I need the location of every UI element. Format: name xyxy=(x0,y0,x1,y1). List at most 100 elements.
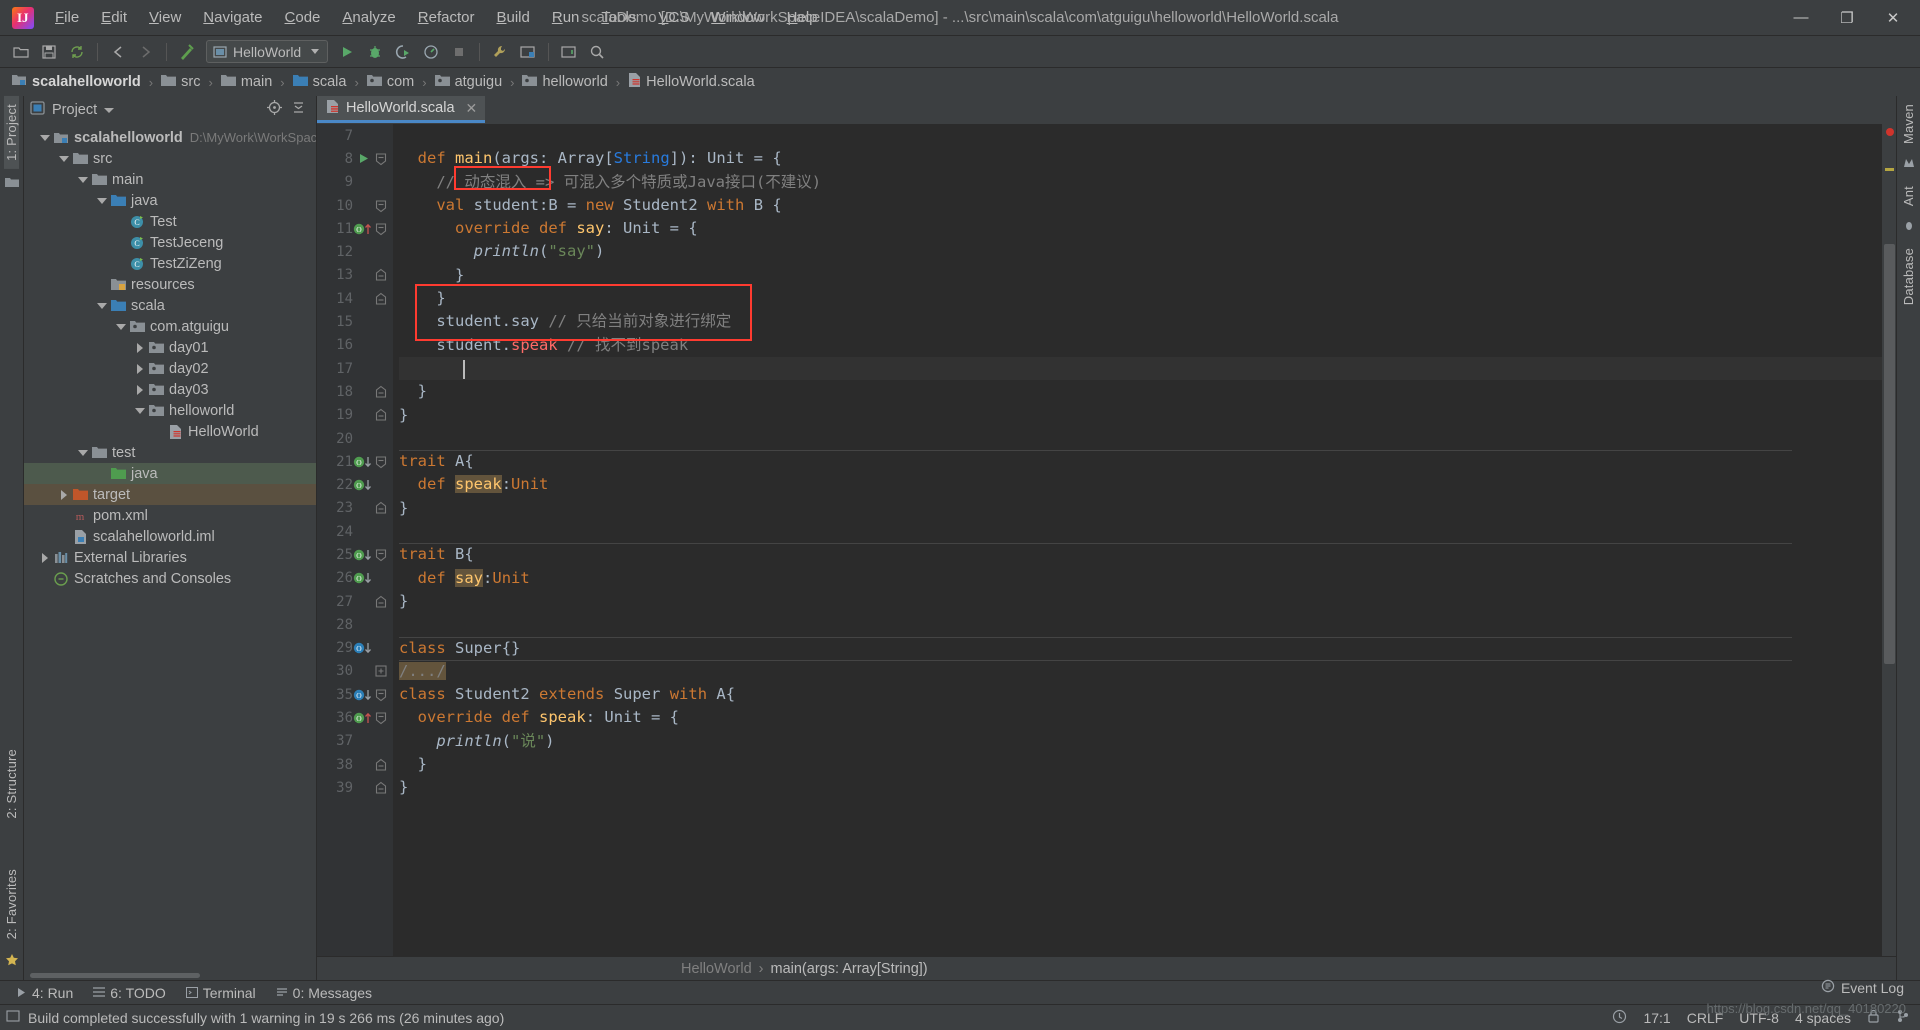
tree-item-external-libraries[interactable]: External Libraries xyxy=(24,547,316,568)
fold-toggle-icon[interactable] xyxy=(373,688,389,702)
gutter-line-8[interactable]: 8 xyxy=(317,147,393,170)
tree-item-day01[interactable]: day01 xyxy=(24,337,316,358)
back-arrow-icon[interactable] xyxy=(105,40,131,64)
toolwindow-button-terminal[interactable]: Terminal xyxy=(176,983,266,1003)
code-editor[interactable]: def main(args: Array[String]): Unit = { … xyxy=(393,124,1882,956)
project-structure-icon[interactable] xyxy=(515,40,541,64)
tree-item-test[interactable]: test xyxy=(24,442,316,463)
breadcrumb-class[interactable]: HelloWorld xyxy=(681,961,752,977)
code-line-14[interactable]: } xyxy=(399,287,1882,310)
gutter-line-7[interactable]: 7 xyxy=(317,124,393,147)
menu-item-run[interactable]: Run xyxy=(541,4,591,31)
favorites-star-icon[interactable] xyxy=(5,953,19,972)
build-hammer-icon[interactable] xyxy=(174,40,200,64)
gutter-line-24[interactable]: 24 xyxy=(317,520,393,543)
scroll-from-source-icon[interactable] xyxy=(267,100,282,120)
sidebar-item-project[interactable]: 1: Project xyxy=(4,96,19,169)
code-line-36[interactable]: override def speak: Unit = { xyxy=(399,706,1882,729)
menu-item-analyze[interactable]: Analyze xyxy=(331,4,406,31)
code-line-37[interactable]: println("说") xyxy=(399,730,1882,753)
gutter-marker-icon[interactable]: O xyxy=(353,548,373,562)
code-line-15[interactable]: student.say // 只给当前对象进行绑定 xyxy=(399,310,1882,333)
run-coverage-icon[interactable] xyxy=(390,40,416,64)
code-line-25[interactable]: trait B{ xyxy=(399,543,1882,566)
tree-twisty-icon[interactable] xyxy=(114,323,128,330)
debug-icon[interactable] xyxy=(362,40,388,64)
code-line-12[interactable]: println("say") xyxy=(399,240,1882,263)
gutter-marker-icon[interactable]: O xyxy=(353,571,373,585)
code-line-26[interactable]: def say:Unit xyxy=(399,567,1882,590)
sidebar-item-ant[interactable]: Ant xyxy=(1901,178,1916,214)
tree-item-scala[interactable]: scala xyxy=(24,295,316,316)
navbar-item-scala[interactable]: scala xyxy=(289,72,351,93)
file-encoding[interactable]: UTF-8 xyxy=(1739,1010,1779,1026)
line-separator[interactable]: CRLF xyxy=(1687,1010,1724,1026)
fold-toggle-icon[interactable] xyxy=(373,222,389,236)
tree-item-java[interactable]: java xyxy=(24,190,316,211)
gutter-line-23[interactable]: 23 xyxy=(317,497,393,520)
open-folder-icon[interactable] xyxy=(8,40,34,64)
editor-marker-bar[interactable] xyxy=(1882,124,1896,956)
code-line-18[interactable]: } xyxy=(399,380,1882,403)
code-line-35[interactable]: class Student2 extends Super with A{ xyxy=(399,683,1882,706)
close-button[interactable]: ✕ xyxy=(1870,2,1916,34)
code-line-24[interactable] xyxy=(399,520,1882,543)
caret-position[interactable]: 17:1 xyxy=(1643,1010,1670,1026)
gutter-marker-icon[interactable]: O xyxy=(353,478,373,492)
sidebar-item-structure[interactable]: 2: Structure xyxy=(4,741,19,827)
tree-item-helloworld[interactable]: helloworld xyxy=(24,400,316,421)
menu-item-help[interactable]: Help xyxy=(776,4,829,31)
code-line-20[interactable] xyxy=(399,427,1882,450)
gutter-marker-icon[interactable]: O xyxy=(353,711,373,725)
code-line-19[interactable]: } xyxy=(399,404,1882,427)
gutter-line-9[interactable]: 9 xyxy=(317,171,393,194)
navbar-item-atguigu[interactable]: atguigu xyxy=(431,72,507,93)
code-line-28[interactable] xyxy=(399,613,1882,636)
navbar-item-helloworld[interactable]: helloworld xyxy=(518,72,611,93)
fold-toggle-icon[interactable] xyxy=(373,665,389,678)
main-toolbar[interactable]: HelloWorld xyxy=(0,36,1920,68)
menu-item-navigate[interactable]: Navigate xyxy=(192,4,273,31)
code-line-10[interactable]: val student:B = new Student2 with B { xyxy=(399,194,1882,217)
code-line-29[interactable]: class Super{} xyxy=(399,636,1882,660)
gutter-line-19[interactable]: 19 xyxy=(317,404,393,427)
code-line-11[interactable]: override def say: Unit = { xyxy=(399,217,1882,240)
tree-twisty-icon[interactable] xyxy=(38,134,52,141)
editor-gutter[interactable]: 7 8 9 10 11 O 12 13 14 15 16 17 18 19 20 21 O 22 O 23 24 25 O 2… xyxy=(317,124,393,956)
fold-toggle-icon[interactable] xyxy=(373,268,389,282)
indent-setting[interactable]: 4 spaces xyxy=(1795,1010,1851,1026)
gutter-marker-icon[interactable]: O xyxy=(353,455,373,469)
fold-toggle-icon[interactable] xyxy=(373,781,389,795)
breadcrumb[interactable]: HelloWorld › main(args: Array[String]) xyxy=(317,956,1896,980)
forward-arrow-icon[interactable] xyxy=(133,40,159,64)
gutter-marker-icon[interactable]: O xyxy=(353,222,373,236)
toolwindow-button-6--todo[interactable]: 6: TODO xyxy=(83,983,176,1003)
editor-scrollbar-thumb[interactable] xyxy=(1884,244,1895,664)
menu-item-tools[interactable]: Tools xyxy=(590,4,647,31)
tree-twisty-icon[interactable] xyxy=(95,302,109,309)
right-tool-strip[interactable]: Maven Ant Database xyxy=(1896,96,1920,980)
menu-item-refactor[interactable]: Refactor xyxy=(407,4,486,31)
code-line-8[interactable]: def main(args: Array[String]): Unit = { xyxy=(399,147,1882,170)
gutter-line-21[interactable]: 21 O xyxy=(317,450,393,473)
tree-item-day02[interactable]: day02 xyxy=(24,358,316,379)
fold-toggle-icon[interactable] xyxy=(373,758,389,772)
tree-item-helloworld[interactable]: HelloWorld xyxy=(24,421,316,442)
gutter-line-38[interactable]: 38 xyxy=(317,753,393,776)
tree-item-pom-xml[interactable]: m pom.xml xyxy=(24,505,316,526)
navbar-item-main[interactable]: main xyxy=(217,72,276,93)
gutter-line-22[interactable]: 22 O xyxy=(317,473,393,496)
tree-item-testzizeng[interactable]: C TestZiZeng xyxy=(24,253,316,274)
tree-item-target[interactable]: target xyxy=(24,484,316,505)
navbar-item-scalahelloworld[interactable]: scalahelloworld xyxy=(8,71,145,93)
navigation-bar[interactable]: scalahelloworld › src › main › scala › com › atgui… xyxy=(0,68,1920,96)
tree-twisty-icon[interactable] xyxy=(57,155,71,162)
menu-item-code[interactable]: Code xyxy=(274,4,332,31)
code-line-17[interactable] xyxy=(399,356,1882,381)
toolwindow-button-0--messages[interactable]: 0: Messages xyxy=(266,983,382,1003)
menu-bar[interactable]: File Edit View Navigate Code Analyze Refactor B… xyxy=(44,4,829,31)
code-line-38[interactable]: } xyxy=(399,753,1882,776)
sidebar-item-favorites[interactable]: 2: Favorites xyxy=(4,861,19,947)
tree-item-day03[interactable]: day03 xyxy=(24,379,316,400)
warning-marker[interactable] xyxy=(1885,168,1894,171)
